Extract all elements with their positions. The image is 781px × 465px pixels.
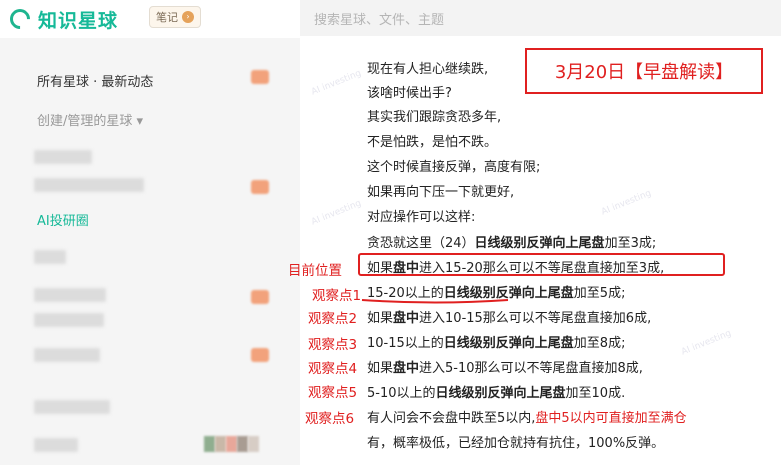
unread-badge — [251, 348, 269, 362]
arrow-right-icon: › — [182, 11, 194, 23]
notes-button[interactable]: 笔记 › — [149, 6, 201, 28]
sidebar-item-redacted[interactable] — [34, 288, 106, 302]
sidebar-item-redacted[interactable] — [34, 150, 92, 164]
unread-badge — [251, 180, 269, 194]
search-placeholder: 搜索星球、文件、主题 — [314, 13, 445, 28]
top-bar: 知识星球 笔记 › 搜索星球、文件、主题 — [0, 0, 781, 38]
section-label: 创建/管理的星球 — [37, 114, 133, 129]
watermark: AI investing — [310, 68, 363, 98]
annotation-observation-1: 观察点1 — [312, 288, 362, 304]
post-line: 对应操作可以这样: — [367, 210, 476, 225]
post-line: 10-15以上的日线级别反弹向上尾盘加至8成; — [367, 336, 626, 351]
annotation-current-position: 目前位置 — [288, 263, 342, 279]
post-line: 其实我们跟踪贪恐多年, — [367, 110, 502, 125]
annotation-observation-5: 观察点5 — [308, 385, 358, 401]
watermark: AI investing — [600, 188, 653, 218]
sidebar: 所有星球 · 最新动态 创建/管理的星球 ▾ AI投研圈 — [0, 38, 300, 465]
post-line: 贪恐就这里（24）日线级别反弹向上尾盘加至3成; — [367, 236, 657, 251]
unread-badge — [251, 290, 269, 304]
logo-text: 知识星球 — [38, 9, 119, 32]
annotation-observation-4: 观察点4 — [308, 361, 358, 377]
sidebar-item-all-feed[interactable]: 所有星球 · 最新动态 — [37, 71, 153, 90]
post-line: 15-20以上的日线级别反弹向上尾盘加至5成; — [367, 286, 626, 301]
post-line: 该啥时候出手? — [367, 86, 452, 101]
watermark: AI investing — [680, 328, 733, 358]
sidebar-item-ai[interactable]: AI投研圈 — [37, 210, 89, 229]
post-line: 5-10以上的日线级别反弹向上尾盘加至10成. — [367, 386, 626, 401]
post-line: 如果盘中进入5-10那么可以不等尾盘直接加8成, — [367, 361, 643, 376]
post-content: AI investing AI investing AI investing A… — [300, 38, 781, 465]
notes-label: 笔记 — [156, 11, 178, 24]
post-line: 如果盘中进入15-20那么可以不等尾盘直接加至3成, — [367, 261, 665, 276]
sidebar-item-redacted[interactable] — [34, 178, 144, 192]
post-line: 如果盘中进入10-15那么可以不等尾盘直接加6成, — [367, 311, 652, 326]
avatar-group — [204, 436, 259, 452]
unread-badge — [251, 70, 269, 84]
watermark: AI investing — [310, 198, 363, 228]
annotation-observation-3: 观察点3 — [308, 337, 358, 353]
app-logo[interactable]: 知识星球 — [5, 4, 119, 34]
post-line: 如果再向下压一下就更好, — [367, 185, 515, 200]
sidebar-item-redacted[interactable] — [34, 348, 100, 362]
sidebar-section-created[interactable]: 创建/管理的星球 ▾ — [37, 110, 143, 129]
search-input[interactable]: 搜索星球、文件、主题 — [300, 0, 781, 36]
post-line: 现在有人担心继续跌, — [367, 62, 489, 77]
sidebar-item-redacted[interactable] — [34, 313, 104, 327]
annotation-observation-6: 观察点6 — [305, 411, 355, 427]
logo-icon — [5, 4, 35, 34]
caret-down-icon: ▾ — [136, 114, 144, 129]
sidebar-item-redacted[interactable] — [34, 438, 78, 452]
sidebar-item-redacted[interactable] — [34, 400, 110, 414]
sidebar-item-redacted[interactable] — [34, 250, 66, 264]
post-line: 有，概率极低，已经加仓就持有抗住，100%反弹。 — [367, 436, 665, 451]
annotation-observation-2: 观察点2 — [308, 311, 358, 327]
post-line: 有人问会不会盘中跌至5以内,盘中5以内可直接加至满仓 — [367, 411, 687, 426]
post-line: 这个时候直接反弹，高度有限; — [367, 160, 541, 175]
title-stamp: 3月20日【早盘解读】 — [525, 48, 763, 94]
post-line: 不是怕跌，是怕不跌。 — [367, 135, 498, 150]
